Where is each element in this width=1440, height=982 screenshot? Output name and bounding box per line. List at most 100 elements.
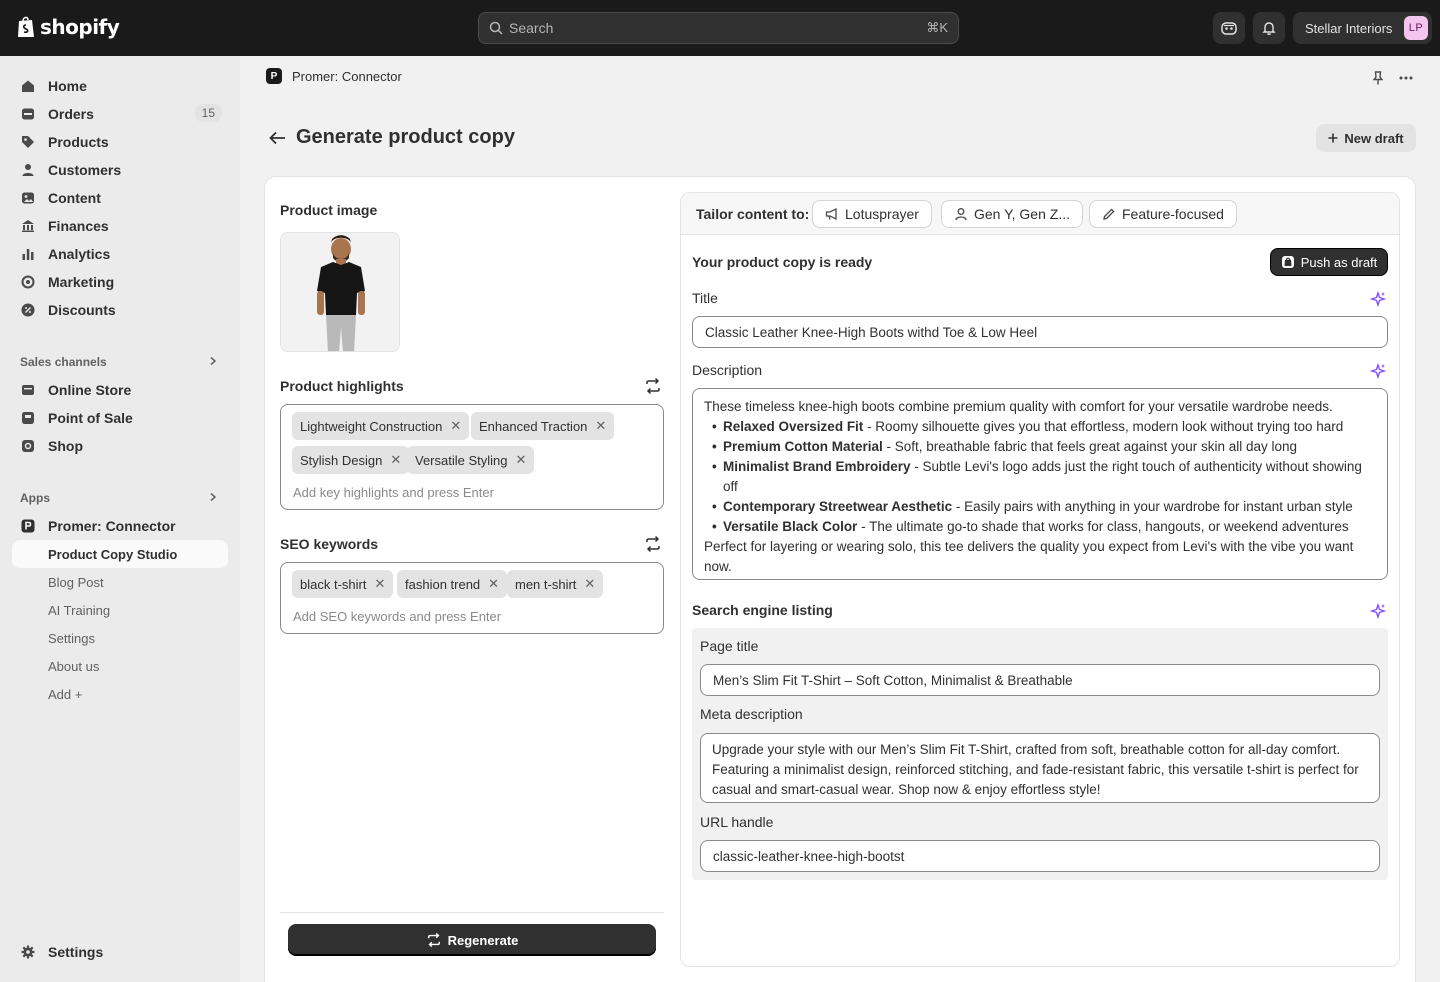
title-input[interactable]: Classic Leather Knee-High Boots withd To… [692,316,1388,348]
sales-channels-title[interactable]: Sales channels [20,355,107,369]
new-draft-label: New draft [1344,130,1404,146]
search-input[interactable]: Search ⌘K [478,12,959,44]
tag-label: Stylish Design [300,452,383,468]
search-placeholder: Search [509,20,554,36]
shopify-logo[interactable]: shopify [16,14,120,40]
highlight-tag[interactable]: Versatile Styling ✕ [407,446,535,474]
url-handle-input[interactable]: classic-leather-knee-high-bootst [700,840,1380,872]
sidebar-item-online-store[interactable]: Online Store [12,376,228,404]
bullet-text: - Soft, breathable fabric that feels gre… [882,439,1298,454]
orders-count-badge: 15 [194,104,222,122]
keyword-tag[interactable]: fashion trend ✕ [397,570,508,598]
brand-wordmark: shopify [40,15,120,39]
bullet-text: - Roomy silhouette gives you that effort… [863,419,1344,434]
person-icon [955,208,967,221]
discount-icon [20,302,36,318]
ai-sparkle-icon[interactable] [1370,363,1386,379]
sidebar-item-settings[interactable]: Settings [12,938,228,966]
seo-keywords-tag-input[interactable]: black t-shirt ✕ fashion trend ✕ men t-shir… [280,562,664,634]
ai-sparkle-icon[interactable] [1370,291,1386,307]
search-shortcut: ⌘K [926,20,948,35]
ready-title: Your product copy is ready [692,254,873,270]
refresh-keywords-icon[interactable] [644,535,662,553]
sidebar-item-content[interactable]: Content [12,184,228,212]
sidebar-item-blog-post[interactable]: Blog Post [48,568,104,596]
sidebar-item-orders[interactable]: Orders 15 [12,100,228,128]
bullet-heading: Versatile Black Color [723,519,858,534]
pencil-icon [1103,208,1115,220]
sidebar-item-add[interactable]: Add + [48,680,82,708]
more-options-icon[interactable] [1398,70,1414,86]
ai-sparkle-icon[interactable] [1370,603,1386,619]
product-image[interactable] [280,232,400,352]
bullet-heading: Minimalist Brand Embroidery [723,459,911,474]
sidebar-item-point-of-sale[interactable]: Point of Sale [12,404,228,432]
sidebar-item-products[interactable]: Products [12,128,228,156]
sidebar-item-home[interactable]: Home [12,72,228,100]
seo-keywords-label: SEO keywords [280,536,379,552]
sidebar-item-about-us[interactable]: About us [48,652,99,680]
list-item: Relaxed Oversized Fit - Roomy silhouette… [712,417,1376,437]
apps-title[interactable]: Apps [20,491,50,505]
close-icon[interactable]: ✕ [584,576,595,592]
focus-chip[interactable]: Feature-focused [1089,200,1237,228]
push-as-draft-button[interactable]: Push as draft [1270,248,1388,276]
sidebar-item-discounts[interactable]: Discounts [12,296,228,324]
close-icon[interactable]: ✕ [450,418,461,434]
description-editor[interactable]: These timeless knee-high boots combine p… [692,388,1388,580]
orders-icon [20,106,36,122]
sidebar-item-marketing[interactable]: Marketing [12,268,228,296]
bullet-heading: Relaxed Oversized Fit [723,419,864,434]
list-item: Minimalist Brand Embroidery - Subtle Lev… [712,457,1376,497]
sidebar-item-customers[interactable]: Customers [12,156,228,184]
brand-voice-chip[interactable]: Lotusprayer [812,200,932,228]
refresh-highlights-icon[interactable] [644,377,662,395]
sidebar-item-label: Home [48,78,87,94]
notifications-button[interactable] [1253,12,1285,44]
highlight-tag[interactable]: Lightweight Construction ✕ [292,412,470,440]
assistant-button[interactable] [1213,12,1245,44]
tag-label: Versatile Styling [415,452,508,468]
bullet-text: - The ultimate go-to shade that works fo… [857,519,1349,534]
sidebar-item-finances[interactable]: Finances [12,212,228,240]
close-icon[interactable]: ✕ [488,576,499,592]
tag-label: Enhanced Traction [479,418,588,434]
sidebar-item-label: Marketing [48,274,115,290]
chip-label: Lotusprayer [845,206,919,222]
list-item: Versatile Black Color - The ultimate go-… [712,517,1376,537]
page-title-input[interactable]: Men’s Slim Fit T-Shirt – Soft Cotton, Mi… [700,664,1380,696]
refresh-icon [427,932,440,948]
sidebar-item-analytics[interactable]: Analytics [12,240,228,268]
chevron-right-icon[interactable] [208,492,218,502]
keyword-tag[interactable]: black t-shirt ✕ [292,570,394,598]
regenerate-button[interactable]: Regenerate [288,924,656,956]
top-bar: shopify Search ⌘K Stellar Interiors LP [0,0,1440,56]
close-icon[interactable]: ✕ [390,452,401,468]
sidebar-item-app-settings[interactable]: Settings [48,624,95,652]
close-icon[interactable]: ✕ [516,452,527,468]
sidebar-item-promer-connector[interactable]: Promer: Connector [12,512,228,540]
pin-icon[interactable] [1370,70,1386,86]
bell-icon [1262,22,1276,35]
chevron-right-icon[interactable] [208,356,218,366]
highlight-tag[interactable]: Stylish Design ✕ [292,446,410,474]
close-icon[interactable]: ✕ [595,418,606,434]
tag-label: fashion trend [405,576,481,592]
audience-chip[interactable]: Gen Y, Gen Z... [941,200,1083,228]
store-menu-button[interactable]: Stellar Interiors LP [1293,12,1432,44]
sidebar-item-shop[interactable]: Shop [12,432,228,460]
sidebar-item-product-copy-studio[interactable]: Product Copy Studio [12,540,228,568]
meta-description-input[interactable]: Upgrade your style with our Men’s Slim F… [700,733,1380,803]
list-item: Premium Cotton Material - Soft, breathab… [712,437,1376,457]
keyword-tag[interactable]: men t-shirt ✕ [507,570,604,598]
bank-icon [20,218,36,234]
new-draft-button[interactable]: New draft [1316,124,1416,152]
highlights-tag-input[interactable]: Lightweight Construction ✕ Enhanced Tract… [280,404,664,510]
close-icon[interactable]: ✕ [374,576,385,592]
back-arrow-icon[interactable] [268,128,288,148]
sidebar-item-ai-training[interactable]: AI Training [48,596,110,624]
tag-label: Lightweight Construction [300,418,443,434]
chip-label: Gen Y, Gen Z... [974,206,1070,222]
person-icon [20,162,36,178]
highlight-tag[interactable]: Enhanced Traction ✕ [471,412,615,440]
